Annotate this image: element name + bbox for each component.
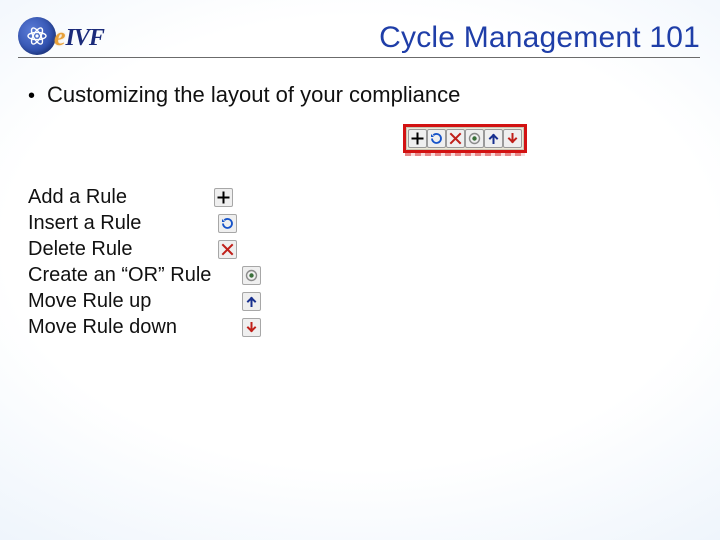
delete-rule-icon	[218, 240, 237, 259]
or-rule-icon	[242, 266, 261, 285]
move-up-icon	[487, 132, 500, 145]
insert-rule-button[interactable]	[427, 129, 446, 148]
add-rule-icon	[411, 132, 424, 145]
legend-row: Add a Rule	[28, 184, 288, 210]
bullet-line: • Customizing the layout of your complia…	[28, 82, 460, 108]
rule-toolbar	[406, 127, 524, 150]
or-rule-icon	[468, 132, 481, 145]
legend-row: Delete Rule	[28, 236, 288, 262]
move-down-icon	[506, 132, 519, 145]
legend-label: Delete Rule	[28, 238, 133, 261]
atom-icon	[25, 24, 49, 48]
atom-badge-icon	[18, 17, 56, 55]
insert-rule-icon	[430, 132, 443, 145]
brand-logo: e IVF	[18, 17, 104, 55]
or-rule-button[interactable]	[465, 129, 484, 148]
legend-label: Move Rule down	[28, 316, 177, 339]
brand-e: e	[54, 22, 66, 52]
delete-rule-button[interactable]	[446, 129, 465, 148]
insert-rule-icon	[218, 214, 237, 233]
page-title: Cycle Management 101	[379, 21, 700, 57]
move-up-icon	[242, 292, 261, 311]
move-up-button[interactable]	[484, 129, 503, 148]
brand-ivf: IVF	[66, 25, 104, 52]
move-down-button[interactable]	[503, 129, 522, 148]
legend-row: Insert a Rule	[28, 210, 288, 236]
legend-label: Add a Rule	[28, 186, 127, 209]
legend-label: Create an “OR” Rule	[28, 264, 211, 287]
add-rule-icon	[214, 188, 233, 207]
bullet-text: Customizing the layout of your complianc…	[47, 82, 460, 108]
bullet-dot-icon: •	[28, 84, 35, 108]
rule-toolbar-highlight	[403, 124, 527, 153]
legend-row: Move Rule up	[28, 288, 288, 314]
legend-row: Create an “OR” Rule	[28, 262, 288, 288]
legend-label: Move Rule up	[28, 290, 151, 313]
legend-label: Insert a Rule	[28, 212, 141, 235]
legend-row: Move Rule down	[28, 314, 288, 340]
delete-rule-icon	[449, 132, 462, 145]
toolbar-legend: Add a Rule Insert a Rule Delete Rule Cre…	[28, 184, 288, 340]
brand-wordmark: e IVF	[54, 22, 104, 52]
move-down-icon	[242, 318, 261, 337]
add-rule-button[interactable]	[408, 129, 427, 148]
slide-header: e IVF Cycle Management 101	[18, 14, 700, 58]
